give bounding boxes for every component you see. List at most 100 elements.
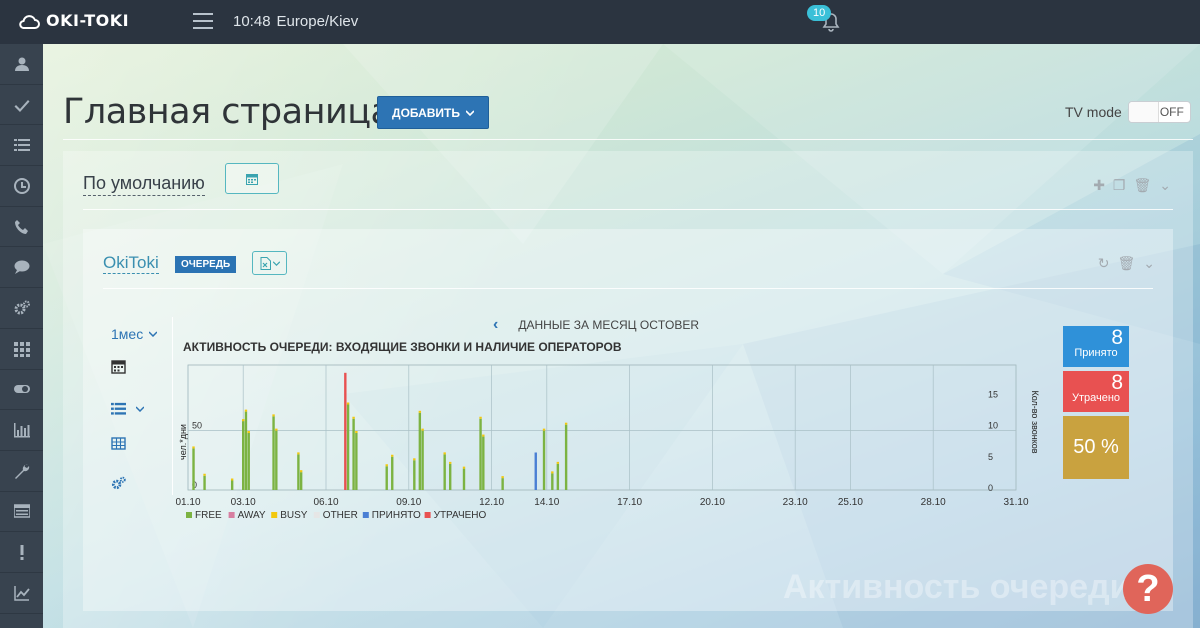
table-icon <box>13 504 30 519</box>
free-bar <box>230 480 234 490</box>
sidebar-item-apps[interactable] <box>0 329 43 370</box>
trash-icon[interactable]: 🗑 <box>1133 177 1151 194</box>
busy-bar <box>230 478 234 481</box>
toggle-icon <box>13 385 30 394</box>
copy-icon[interactable]: ❐ <box>1113 177 1126 194</box>
bar-chart-icon <box>13 423 30 438</box>
table-icon <box>111 437 126 450</box>
x-tick-label: 06.10 <box>313 497 338 508</box>
sidebar-item-analytics[interactable] <box>0 573 43 614</box>
sidebar-item-profile[interactable] <box>0 44 43 85</box>
sidebar-item-settings[interactable] <box>0 288 43 329</box>
sidebar-item-alerts[interactable] <box>0 532 43 573</box>
queue-badge: ОЧЕРЕДЬ <box>175 256 237 273</box>
sidebar <box>0 44 43 628</box>
free-bar <box>203 475 206 490</box>
gears-icon <box>111 476 126 490</box>
legend-label: OTHER <box>323 510 358 521</box>
busy-bar <box>501 476 504 479</box>
y2-axis-label: Кол-во звонков <box>1030 390 1040 453</box>
free-bar <box>242 421 245 490</box>
busy-bar <box>203 473 206 476</box>
notification-badge[interactable]: 10 <box>807 5 832 21</box>
chevron-down-icon <box>272 260 280 266</box>
free-bar <box>443 454 446 490</box>
export-excel-button[interactable] <box>252 251 287 275</box>
tv-mode: TV mode OFF <box>1065 101 1191 123</box>
free-bar <box>482 436 485 490</box>
sidebar-item-lists[interactable] <box>0 125 43 167</box>
free-bar <box>244 411 248 490</box>
page-title: Главная страница <box>63 92 392 132</box>
widget-title[interactable]: OkiToki <box>103 253 159 274</box>
plus-icon[interactable]: ✚ <box>1093 177 1105 194</box>
sidebar-item-chat[interactable] <box>0 247 43 289</box>
busy-bar <box>192 446 195 449</box>
divider <box>83 209 1173 210</box>
logo[interactable]: OKI-TOKI <box>18 11 129 30</box>
x-tick-label: 01.10 <box>176 497 201 508</box>
busy-bar <box>542 428 546 431</box>
table-view-button[interactable] <box>111 436 171 456</box>
add-button[interactable]: ДОБАВИТЬ <box>377 96 489 129</box>
call-stats: 8 Принято 8 Утрачено 50 % <box>1063 326 1129 483</box>
x-tick-label: 17.10 <box>617 497 642 508</box>
lost-label: Утрачено <box>1071 392 1121 404</box>
date-picker-button[interactable] <box>225 163 279 194</box>
busy-bar <box>355 431 358 433</box>
free-bar <box>192 448 195 490</box>
free-bar <box>247 433 250 490</box>
sidebar-item-calls[interactable] <box>0 207 43 248</box>
calendar-button[interactable] <box>111 359 171 379</box>
legend-label: BUSY <box>280 510 308 521</box>
free-bar <box>542 430 546 490</box>
dashboard-title[interactable]: По умолчанию <box>83 173 205 196</box>
lost-bar <box>344 372 347 490</box>
busy-bar <box>244 409 248 412</box>
list-icon <box>13 139 30 152</box>
sidebar-item-history[interactable] <box>0 166 43 207</box>
chart-title: АКТИВНОСТЬ ОЧЕРЕДИ: ВХОДЯЩИЕ ЗВОНКИ И НА… <box>183 340 622 354</box>
chevron-down-icon <box>149 331 158 337</box>
free-bar <box>352 418 355 490</box>
sidebar-item-tools[interactable] <box>0 451 43 492</box>
period-selector[interactable]: 1мес <box>111 326 171 342</box>
free-bar <box>355 433 358 490</box>
y2-tick-label: 10 <box>988 421 998 431</box>
sidebar-item-reports[interactable] <box>0 410 43 451</box>
x-tick-label: 23.10 <box>783 497 808 508</box>
settings-button[interactable] <box>111 476 171 496</box>
wrench-icon <box>14 464 29 479</box>
chat-icon <box>14 260 29 275</box>
busy-bar <box>551 471 554 474</box>
busy-bar <box>479 416 482 419</box>
x-tick-label: 28.10 <box>921 497 946 508</box>
cloud-icon <box>19 14 40 29</box>
month-label: ДАННЫЕ ЗА МЕСЯЦ OCTOBER <box>518 318 700 332</box>
gears-icon <box>14 300 30 315</box>
refresh-icon[interactable]: ↻ <box>1098 255 1110 272</box>
busy-bar <box>299 470 303 473</box>
sidebar-item-toggles[interactable] <box>0 370 43 411</box>
chevron-down-icon[interactable]: ⌄ <box>1159 177 1171 194</box>
sidebar-item-tables[interactable] <box>0 492 43 533</box>
tv-mode-toggle[interactable]: OFF <box>1127 101 1191 123</box>
sidebar-item-tasks[interactable] <box>0 85 43 126</box>
menu-toggle-icon[interactable] <box>193 13 213 29</box>
period-label: 1мес <box>111 326 144 342</box>
x-tick-label: 14.10 <box>534 497 559 508</box>
list-view-button[interactable] <box>111 401 171 416</box>
trash-icon[interactable]: 🗑 <box>1117 255 1135 272</box>
free-bar <box>551 473 554 490</box>
busy-bar <box>247 431 250 433</box>
legend-swatch <box>362 512 369 518</box>
prev-month-icon[interactable]: ‹ <box>493 316 498 334</box>
help-button[interactable]: ? <box>1123 564 1173 614</box>
busy-bar <box>421 428 424 431</box>
main-content: Главная страница ДОБАВИТЬ TV mode OFF По… <box>43 44 1200 628</box>
accepted-bar <box>534 452 537 490</box>
clock: 10:48 Europe/Kiev <box>233 13 358 30</box>
widget-tools: ↻ 🗑 ⌄ <box>1098 255 1155 272</box>
divider <box>63 139 1193 140</box>
chevron-down-icon[interactable]: ⌄ <box>1143 255 1155 272</box>
